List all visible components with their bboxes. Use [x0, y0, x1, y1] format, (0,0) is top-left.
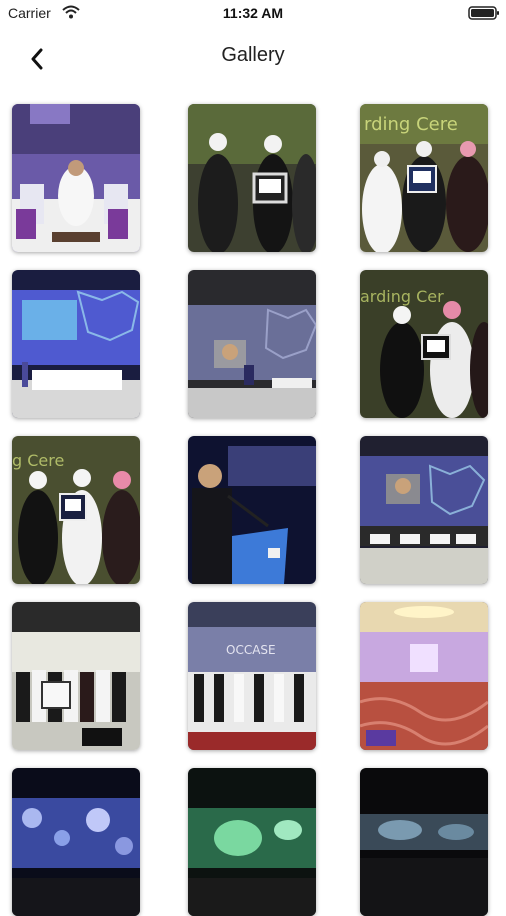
gallery-photo-2[interactable] — [188, 104, 316, 252]
status-bar: Carrier 11:32 AM — [0, 0, 506, 28]
gallery-photo-11[interactable]: OCCASE — [188, 602, 316, 750]
gallery-photo-7[interactable]: g Cere — [12, 436, 140, 584]
gallery-photo-6[interactable]: arding Cer — [360, 270, 488, 418]
battery-icon — [468, 6, 500, 20]
page-title: Gallery — [221, 44, 285, 66]
gallery-photo-5[interactable] — [188, 270, 316, 418]
gallery-photo-1[interactable] — [12, 104, 140, 252]
gallery-photo-12[interactable] — [360, 602, 488, 750]
gallery-photo-10[interactable] — [12, 602, 140, 750]
gallery-photo-3[interactable]: rding Cere — [360, 104, 488, 252]
status-time: 11:32 AM — [222, 5, 284, 21]
gallery-photo-14[interactable] — [188, 768, 316, 916]
gallery-photo-15[interactable] — [360, 768, 488, 916]
gallery-photo-9[interactable] — [360, 436, 488, 584]
nav-bar: Gallery — [0, 28, 506, 88]
svg-text:arding Cer: arding Cer — [360, 287, 444, 306]
svg-text:g Cere: g Cere — [12, 451, 64, 470]
gallery-photo-13[interactable] — [12, 768, 140, 916]
gallery-photo-8[interactable] — [188, 436, 316, 584]
svg-text:rding Cere: rding Cere — [364, 114, 458, 135]
gallery-photo-4[interactable] — [12, 270, 140, 418]
svg-text:OCCASE: OCCASE — [226, 643, 276, 657]
